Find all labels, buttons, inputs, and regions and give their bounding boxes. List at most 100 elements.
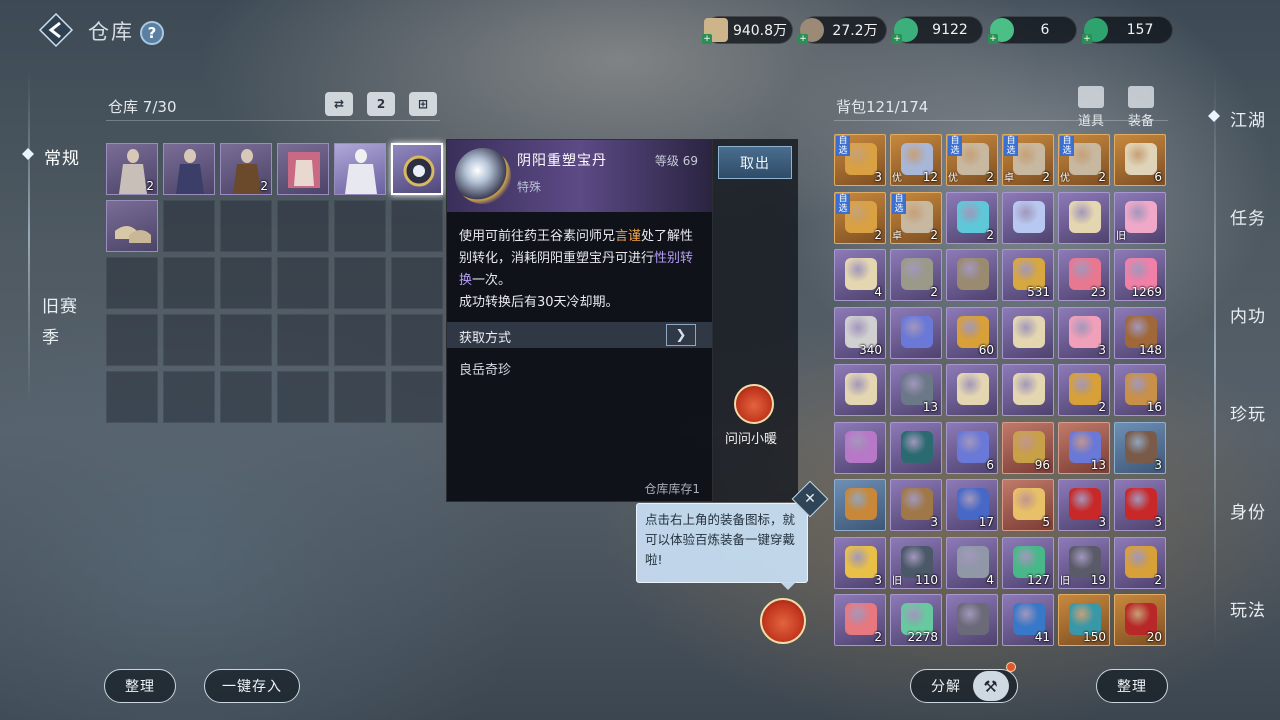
source-arrow-icon[interactable]: ❯: [666, 324, 696, 346]
backpack-slot[interactable]: 2: [946, 191, 998, 244]
right-nav-jianghu[interactable]: 江湖: [1230, 106, 1266, 131]
backpack-slot[interactable]: 13: [1058, 421, 1110, 474]
warehouse-slot[interactable]: [277, 143, 329, 195]
nav-tab-old-season[interactable]: 旧赛 季: [42, 292, 78, 348]
backpack-slot[interactable]: [1002, 191, 1054, 244]
warehouse-slot-empty[interactable]: [220, 314, 272, 366]
backpack-slot[interactable]: 2: [890, 249, 942, 302]
deposit-all-button[interactable]: 一键存入: [204, 669, 300, 703]
warehouse-slot-empty[interactable]: [163, 257, 215, 309]
backpack-slot[interactable]: 自选优 2: [1058, 134, 1110, 186]
backpack-slot[interactable]: [1058, 191, 1110, 244]
ask-assistant-label[interactable]: 问问小暖: [725, 428, 777, 447]
back-button[interactable]: [38, 12, 74, 48]
warehouse-slot-empty[interactable]: [277, 371, 329, 423]
backpack-slot[interactable]: 3: [1058, 306, 1110, 359]
warehouse-slot[interactable]: [163, 143, 215, 195]
nav-tab-general[interactable]: 常规: [44, 144, 80, 169]
backpack-slot[interactable]: 96: [1002, 421, 1054, 474]
backpack-slot[interactable]: 2: [1058, 364, 1110, 417]
backpack-slot[interactable]: [946, 364, 998, 417]
backpack-slot[interactable]: 20: [1114, 594, 1166, 647]
warehouse-slot-empty[interactable]: [334, 257, 386, 309]
warehouse-slot-empty[interactable]: [106, 314, 158, 366]
backpack-slot[interactable]: 自选 2: [834, 191, 886, 244]
backpack-slot[interactable]: 4: [834, 249, 886, 302]
backpack-slot[interactable]: [946, 249, 998, 302]
right-nav-identity[interactable]: 身份: [1230, 498, 1266, 523]
currency-jade-token[interactable]: + 6: [988, 16, 1077, 44]
backpack-slot[interactable]: 自选 3: [834, 134, 886, 186]
backpack-slot[interactable]: [946, 594, 998, 647]
backpack-slot[interactable]: [834, 364, 886, 417]
right-nav-treasures[interactable]: 珍玩: [1230, 400, 1266, 425]
warehouse-sort-button[interactable]: 整理: [104, 669, 176, 703]
backpack-slot[interactable]: [834, 421, 886, 474]
right-nav-tasks[interactable]: 任务: [1230, 204, 1266, 229]
warehouse-slot-empty[interactable]: [220, 200, 272, 252]
backpack-slot[interactable]: 优 12: [890, 134, 942, 186]
right-nav-gameplay[interactable]: 玩法: [1230, 596, 1266, 621]
backpack-slot[interactable]: 自选卓 2: [1002, 134, 1054, 186]
transfer-icon[interactable]: ⇄: [325, 92, 353, 116]
warehouse-slot-empty[interactable]: [334, 200, 386, 252]
warehouse-slot-empty[interactable]: [391, 371, 443, 423]
currency-jade-coin[interactable]: + 9122: [892, 16, 983, 44]
warehouse-slot[interactable]: 2: [220, 143, 272, 195]
currency-jade-orb[interactable]: + 157: [1082, 16, 1173, 44]
backpack-slot[interactable]: 531: [1002, 249, 1054, 302]
currency-silver-ticket[interactable]: + 940.8万: [702, 16, 793, 44]
backpack-slot[interactable]: 旧 19: [1058, 536, 1110, 589]
warehouse-slot-empty[interactable]: [277, 200, 329, 252]
warehouse-slot-empty[interactable]: [391, 200, 443, 252]
backpack-slot[interactable]: 5: [1002, 479, 1054, 532]
backpack-slot[interactable]: 17: [946, 479, 998, 532]
grid-icon[interactable]: ⊞: [409, 92, 437, 116]
assistant-avatar-icon[interactable]: [734, 384, 774, 424]
page-2-icon[interactable]: 2: [367, 92, 395, 116]
bag-tab-equipment[interactable]: 装备: [1128, 86, 1154, 129]
warehouse-slot-empty[interactable]: [277, 314, 329, 366]
backpack-slot[interactable]: 3: [1058, 479, 1110, 532]
backpack-slot[interactable]: 60: [946, 306, 998, 359]
warehouse-slot-empty[interactable]: [163, 200, 215, 252]
backpack-slot[interactable]: 23: [1058, 249, 1110, 302]
backpack-slot[interactable]: 16: [1114, 364, 1166, 417]
warehouse-slot[interactable]: [334, 143, 386, 195]
backpack-slot[interactable]: 自选优 2: [946, 134, 998, 186]
help-icon[interactable]: ?: [140, 21, 164, 45]
warehouse-slot-selected[interactable]: [391, 143, 443, 195]
warehouse-slot-empty[interactable]: [334, 314, 386, 366]
backpack-slot[interactable]: 3: [1114, 479, 1166, 532]
warehouse-slot[interactable]: 2: [106, 143, 158, 195]
backpack-slot[interactable]: 2: [1114, 536, 1166, 589]
backpack-slot[interactable]: 340: [834, 306, 886, 359]
backpack-slot[interactable]: 148: [1114, 306, 1166, 359]
decompose-button[interactable]: 分解 ⚒: [910, 669, 1018, 703]
backpack-slot[interactable]: 旧 110: [890, 536, 942, 589]
take-out-button[interactable]: 取出: [718, 146, 792, 179]
backpack-slot[interactable]: 6: [1114, 134, 1166, 186]
warehouse-slot-empty[interactable]: [163, 314, 215, 366]
backpack-slot[interactable]: 127: [1002, 536, 1054, 589]
backpack-slot[interactable]: 旧: [1114, 191, 1166, 244]
backpack-slot[interactable]: 3: [1114, 421, 1166, 474]
backpack-slot[interactable]: 13: [890, 364, 942, 417]
backpack-slot[interactable]: 3: [834, 536, 886, 589]
warehouse-slot-empty[interactable]: [220, 257, 272, 309]
warehouse-slot[interactable]: [106, 200, 158, 252]
backpack-slot[interactable]: 1269: [1114, 249, 1166, 302]
backpack-slot[interactable]: [1002, 306, 1054, 359]
warehouse-slot-empty[interactable]: [334, 371, 386, 423]
backpack-slot[interactable]: 3: [890, 479, 942, 532]
backpack-slot[interactable]: 2278: [890, 594, 942, 647]
currency-copper-coin[interactable]: + 27.2万: [798, 16, 887, 44]
warehouse-slot-empty[interactable]: [220, 371, 272, 423]
backpack-slot[interactable]: [1002, 364, 1054, 417]
backpack-slot[interactable]: 4: [946, 536, 998, 589]
right-nav-inner-skill[interactable]: 内功: [1230, 302, 1266, 327]
backpack-slot[interactable]: [890, 421, 942, 474]
warehouse-slot-empty[interactable]: [391, 257, 443, 309]
bag-tab-items[interactable]: 道具: [1078, 86, 1104, 129]
warehouse-slot-empty[interactable]: [163, 371, 215, 423]
